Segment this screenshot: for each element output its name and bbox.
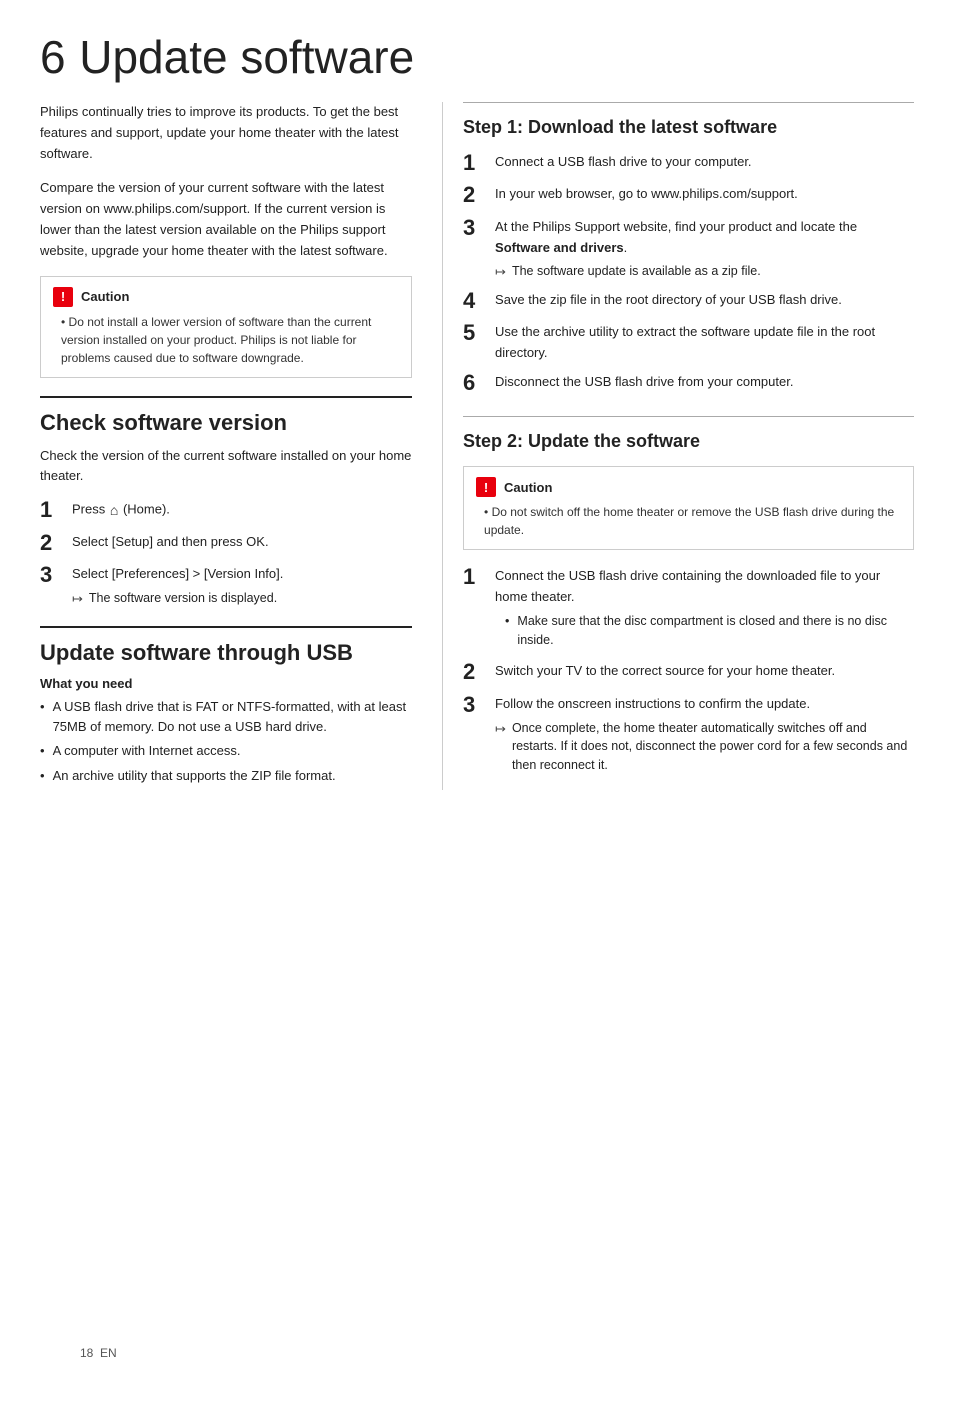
check-step-2: 2 Select [Setup] and then press OK. <box>40 530 412 556</box>
home-icon: ⌂ <box>110 499 118 521</box>
step2-item-1: 1 Connect the USB flash drive containing… <box>463 564 914 653</box>
check-software-subtitle: Check the version of the current softwar… <box>40 446 412 488</box>
step1-text-5: Use the archive utility to extract the s… <box>495 320 914 364</box>
step1-list: 1 Connect a USB flash drive to your comp… <box>463 150 914 396</box>
check-step-3: 3 Select [Preferences] > [Version Info].… <box>40 562 412 608</box>
usb-item-2: A computer with Internet access. <box>40 741 412 761</box>
check-step-3-arrow: ↦ The software version is displayed. <box>72 589 283 609</box>
caution-item-left-1: Do not install a lower version of softwa… <box>61 313 399 367</box>
step2-title: Step 2: Update the software <box>463 416 914 452</box>
check-step-1: 1 Press ⌂ (Home). <box>40 497 412 523</box>
step1-item-6: 6 Disconnect the USB flash drive from yo… <box>463 370 914 396</box>
step2-list: 1 Connect the USB flash drive containing… <box>463 564 914 775</box>
page-number: 18 EN <box>80 1346 117 1360</box>
step1-item-5: 5 Use the archive utility to extract the… <box>463 320 914 364</box>
intro-para2: Compare the version of your current soft… <box>40 178 412 261</box>
step1-item-3: 3 At the Philips Support website, find y… <box>463 215 914 282</box>
chapter-number: 6 <box>40 31 66 83</box>
step2-item-3: 3 Follow the onscreen instructions to co… <box>463 692 914 775</box>
check-step-3-text: Select [Preferences] > [Version Info]. <box>72 566 283 581</box>
usb-item-1: A USB flash drive that is FAT or NTFS-fo… <box>40 697 412 736</box>
step1-text-3a: At the Philips Support website, find you… <box>495 219 857 234</box>
step2-item-2: 2 Switch your TV to the correct source f… <box>463 659 914 685</box>
step2-text-3: Follow the onscreen instructions to conf… <box>495 696 810 711</box>
step2-subbullets-1: Make sure that the disc compartment is c… <box>495 612 914 650</box>
step1-bold-3: Software and drivers <box>495 240 624 255</box>
intro-para1: Philips continually tries to improve its… <box>40 102 412 164</box>
what-you-need-list: A USB flash drive that is FAT or NTFS-fo… <box>40 697 412 785</box>
caution-icon-left: ! <box>53 287 73 307</box>
step1-text-3b: . <box>624 240 628 255</box>
caution-header-left: ! Caution <box>53 287 399 307</box>
caution-label-right: Caution <box>504 480 552 495</box>
check-step-1-text: Press <box>72 502 109 517</box>
caution-icon-right: ! <box>476 477 496 497</box>
step1-item-4: 4 Save the zip file in the root director… <box>463 288 914 314</box>
step1-title: Step 1: Download the latest software <box>463 102 914 138</box>
usb-item-3: An archive utility that supports the ZIP… <box>40 766 412 786</box>
caution-label-left: Caution <box>81 289 129 304</box>
check-software-steps: 1 Press ⌂ (Home). 2 Select [Setup] and t… <box>40 497 412 608</box>
check-step-1-home-label: (Home). <box>123 502 170 517</box>
caution-box-left: ! Caution Do not install a lower version… <box>40 276 412 378</box>
update-usb-title: Update software through USB <box>40 626 412 666</box>
caution-box-right: ! Caution Do not switch off the home the… <box>463 466 914 550</box>
step2-text-2: Switch your TV to the correct source for… <box>495 659 835 682</box>
chapter-title: 6 Update software <box>40 30 914 84</box>
step1-text-2: In your web browser, go to www.philips.c… <box>495 182 798 205</box>
check-step-2-text: Select [Setup] and then press OK. <box>72 530 269 553</box>
step2-text-1: Connect the USB flash drive containing t… <box>495 568 880 604</box>
caution-text-left: Do not install a lower version of softwa… <box>53 313 399 367</box>
step2-arrow-3: ↦ Once complete, the home theater automa… <box>495 719 914 775</box>
step1-item-2: 2 In your web browser, go to www.philips… <box>463 182 914 208</box>
right-column: Step 1: Download the latest software 1 C… <box>442 102 914 790</box>
left-column: Philips continually tries to improve its… <box>40 102 442 790</box>
step2-subbullet-1-1: Make sure that the disc compartment is c… <box>505 612 914 650</box>
step1-text-4: Save the zip file in the root directory … <box>495 288 842 311</box>
step1-arrow-3: ↦ The software update is available as a … <box>495 262 914 282</box>
chapter-title-text: Update software <box>79 31 414 83</box>
step1-text-1: Connect a USB flash drive to your comput… <box>495 150 752 173</box>
caution-header-right: ! Caution <box>476 477 901 497</box>
step1-item-1: 1 Connect a USB flash drive to your comp… <box>463 150 914 176</box>
what-you-need-label: What you need <box>40 676 412 691</box>
check-software-title: Check software version <box>40 396 412 436</box>
step1-text-6: Disconnect the USB flash drive from your… <box>495 370 793 393</box>
caution-text-right: Do not switch off the home theater or re… <box>476 503 901 539</box>
caution-item-right-1: Do not switch off the home theater or re… <box>484 503 901 539</box>
